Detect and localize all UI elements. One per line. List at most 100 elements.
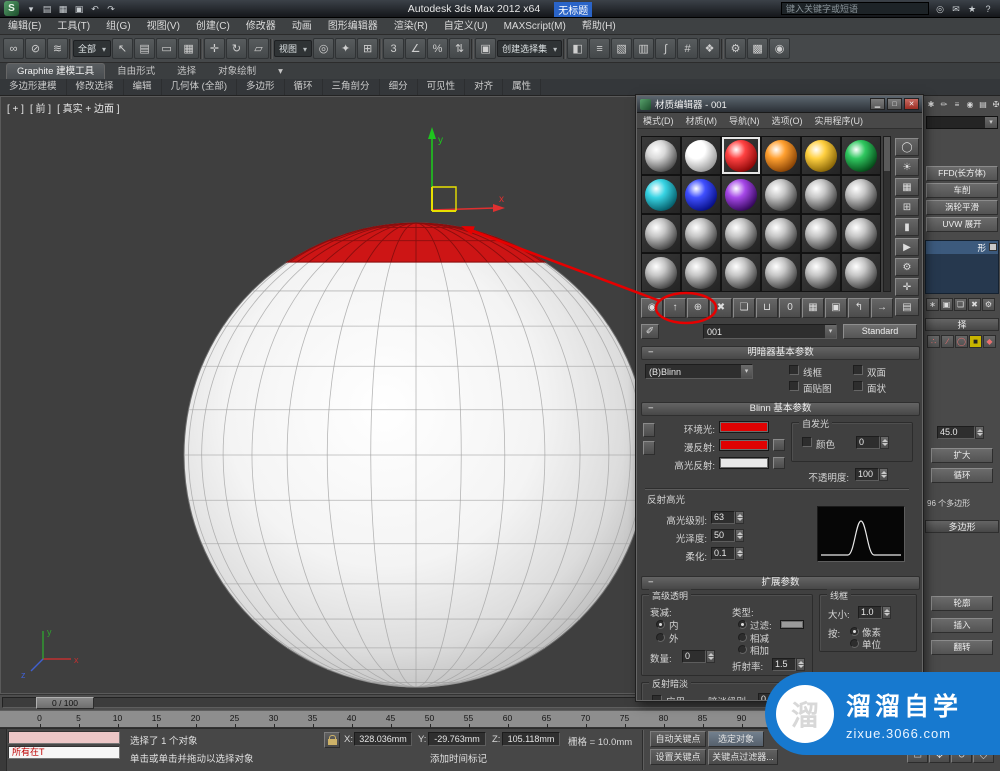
menu-help[interactable]: 帮助(H): [574, 18, 624, 35]
curve-editor-icon[interactable]: ∫: [655, 38, 676, 59]
viewport-menu-view[interactable]: [ 前 ]: [30, 104, 51, 115]
menu-views[interactable]: 视图(V): [139, 18, 188, 35]
sample-slot[interactable]: [841, 253, 881, 292]
select-and-move-icon[interactable]: ✛: [204, 38, 225, 59]
put-to-library-icon[interactable]: ⊔: [756, 298, 778, 318]
sample-slot[interactable]: [721, 175, 761, 214]
material-type-button[interactable]: Standard: [843, 324, 917, 339]
sample-tiling-icon[interactable]: ⊞: [895, 198, 919, 216]
sample-slot[interactable]: [721, 253, 761, 292]
menu-maxscript[interactable]: MAXScript(M): [496, 18, 574, 35]
put-material-to-scene-icon[interactable]: ↑: [664, 298, 686, 318]
menu-group[interactable]: 组(G): [98, 18, 138, 35]
show-map-in-viewport-icon[interactable]: ▦: [802, 298, 824, 318]
schematic-view-icon[interactable]: #: [677, 38, 698, 59]
lock-ambient-diffuse-icon[interactable]: [643, 423, 655, 437]
flip-button[interactable]: 翻转: [931, 640, 993, 655]
time-slider-handle[interactable]: 0 / 100: [36, 697, 94, 709]
menu-customize[interactable]: 自定义(U): [436, 18, 496, 35]
sample-slot[interactable]: [841, 136, 881, 175]
ribbon-panel-button[interactable]: 细分: [380, 79, 418, 95]
macro-recorder-field[interactable]: [8, 731, 120, 744]
tab-object-paint[interactable]: 对象绘制: [208, 64, 266, 79]
me-menu-material[interactable]: 材质(M): [680, 114, 724, 127]
x-coord-field[interactable]: 328.036mm: [354, 732, 412, 746]
sample-slot[interactable]: [761, 214, 801, 253]
background-icon[interactable]: ▦: [895, 178, 919, 196]
redo-icon[interactable]: ↷: [103, 2, 119, 16]
ambient-color-swatch[interactable]: [719, 421, 769, 433]
spinner-arrows[interactable]: [882, 606, 891, 619]
ribbon-panel-button[interactable]: 三角剖分: [323, 79, 380, 95]
sample-slot[interactable]: [721, 214, 761, 253]
ribbon-panel-button[interactable]: 循环: [285, 79, 323, 95]
me-menu-navigation[interactable]: 导航(N): [723, 114, 766, 127]
sample-slot-active[interactable]: [721, 136, 761, 175]
menu-modifiers[interactable]: 修改器: [238, 18, 284, 35]
specular-level-spinner[interactable]: 63: [711, 511, 744, 524]
pin-stack-icon[interactable]: ∗: [926, 298, 939, 311]
viewport-menu-shading[interactable]: [ 真实 + 边面 ]: [57, 104, 120, 115]
bind-to-space-warp-icon[interactable]: ≋: [47, 38, 68, 59]
wire-size-spinner[interactable]: 1.0: [858, 606, 891, 619]
spinner-arrows[interactable]: [796, 658, 805, 671]
add-time-tag[interactable]: 添加时间标记: [430, 751, 487, 765]
modifier-stack[interactable]: 形: [925, 240, 999, 294]
key-mode-dropdown[interactable]: 选定对象: [708, 731, 764, 747]
ribbon-panel-button[interactable]: 修改选择: [67, 79, 124, 95]
falloff-in-radio[interactable]: [656, 620, 665, 629]
ior-spinner[interactable]: 1.5: [772, 658, 805, 671]
configure-modifier-sets-icon[interactable]: ⚙: [982, 298, 995, 311]
sample-slot[interactable]: [681, 214, 721, 253]
polygon-icon[interactable]: ■: [969, 335, 982, 348]
layer-manager-icon[interactable]: ▧: [611, 38, 632, 59]
maximize-icon[interactable]: □: [887, 98, 902, 110]
tab-motion[interactable]: ◉: [964, 98, 976, 111]
reset-map-icon[interactable]: ✖: [710, 298, 732, 318]
vertex-icon[interactable]: ∴: [927, 335, 940, 348]
ribbon-toggle-icon[interactable]: ▥: [633, 38, 654, 59]
shader-dropdown[interactable]: (B)Blinn: [645, 364, 753, 379]
sample-slot[interactable]: [681, 136, 721, 175]
named-selection-dropdown[interactable]: 创建选择集: [497, 40, 562, 57]
edit-polygons-rollout-header[interactable]: 多边形: [925, 520, 999, 533]
outline-button[interactable]: 轮廓: [931, 596, 993, 611]
ribbon-collapse-icon[interactable]: ▾: [268, 64, 293, 79]
make-unique-icon[interactable]: ❏: [954, 298, 967, 311]
self-illum-color-checkbox[interactable]: [802, 437, 812, 447]
tab-utilities[interactable]: ✠: [990, 98, 1000, 111]
video-color-check-icon[interactable]: ▮: [895, 218, 919, 236]
tab-hierarchy[interactable]: ≡: [951, 98, 963, 111]
sample-slot[interactable]: [801, 253, 841, 292]
render-setup-icon[interactable]: ⚙: [725, 38, 746, 59]
sample-slot[interactable]: [641, 214, 681, 253]
ribbon-panel-button[interactable]: 几何体 (全部): [162, 79, 237, 95]
ribbon-panel-button[interactable]: 编辑: [124, 79, 162, 95]
modifier-turbosmooth-button[interactable]: 涡轮平滑: [926, 200, 998, 215]
shader-basic-rollout-header[interactable]: 明暗器基本参数: [641, 346, 920, 360]
separator[interactable]: [69, 39, 72, 59]
two-sided-checkbox[interactable]: [853, 365, 863, 375]
faceted-checkbox[interactable]: [853, 381, 863, 391]
tab-display[interactable]: ▤: [977, 98, 989, 111]
spinner-arrows[interactable]: [879, 468, 888, 481]
z-coord-field[interactable]: 105.118mm: [502, 732, 560, 746]
sample-slot[interactable]: [641, 136, 681, 175]
wire-pixels-radio[interactable]: [850, 627, 859, 636]
mini-listener-grip[interactable]: [0, 729, 7, 771]
angle-snap-icon[interactable]: ∠: [405, 38, 426, 59]
material-editor-icon[interactable]: ❖: [699, 38, 720, 59]
modifier-ffd-box-button[interactable]: FFD(长方体): [926, 166, 998, 181]
edge-icon[interactable]: ∕: [941, 335, 954, 348]
opacity-spinner[interactable]: 100: [855, 468, 888, 481]
edit-named-selections-icon[interactable]: ▣: [475, 38, 496, 59]
select-by-material-icon[interactable]: ✛: [895, 278, 919, 296]
ribbon-panel-button[interactable]: 属性: [503, 79, 541, 95]
menu-edit[interactable]: 编辑(E): [0, 18, 49, 35]
ribbon-panel-button[interactable]: 多边形建模: [0, 79, 67, 95]
separator[interactable]: [471, 39, 474, 59]
select-and-link-icon[interactable]: ∞: [3, 38, 24, 59]
sample-slot[interactable]: [761, 253, 801, 292]
tab-modify[interactable]: ✏: [938, 98, 950, 111]
mirror-icon[interactable]: ◧: [567, 38, 588, 59]
